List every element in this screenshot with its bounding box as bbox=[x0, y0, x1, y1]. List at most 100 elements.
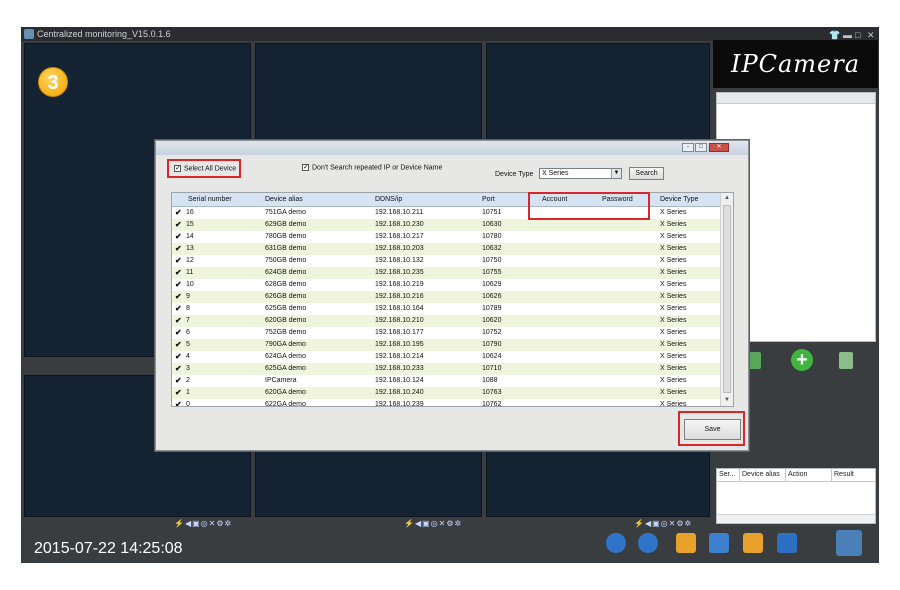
dialog-minimize-button[interactable]: - bbox=[682, 143, 694, 152]
search-button[interactable]: Search bbox=[629, 167, 664, 180]
table-row[interactable]: ✔ 7 620GB demo 192.168.10.210 10620 X Series bbox=[172, 315, 720, 327]
row-checkbox[interactable]: ✔ bbox=[175, 329, 183, 337]
title-bar: Centralized monitoring_V15.0.1.6 👕 ▬ □ ✕ bbox=[21, 27, 879, 41]
cell-type: X Series bbox=[660, 329, 687, 336]
row-checkbox[interactable]: ✔ bbox=[175, 281, 183, 289]
scroll-down-icon[interactable]: ▼ bbox=[722, 395, 732, 405]
row-checkbox[interactable]: ✔ bbox=[175, 293, 183, 301]
cell-alias: 752GB demo bbox=[265, 329, 307, 336]
device-type-select[interactable]: X Series ▼ bbox=[539, 168, 622, 179]
row-checkbox[interactable]: ✔ bbox=[175, 233, 183, 241]
cell-serial: 6 bbox=[186, 329, 190, 336]
row-checkbox[interactable]: ✔ bbox=[175, 401, 183, 407]
row-checkbox[interactable]: ✔ bbox=[175, 377, 183, 385]
cell-type: X Series bbox=[660, 257, 687, 264]
tile-toolbar-3[interactable]: ⚡◀▣◎✕⚙✲ bbox=[634, 519, 692, 529]
search-device-dialog: - □ ✕ ✓ Select All Device ✓ Don't Search r… bbox=[155, 140, 749, 451]
row-checkbox[interactable]: ✔ bbox=[175, 221, 183, 229]
table-row[interactable]: ✔ 2 IPCamera 192.168.10.124 1088 X Series bbox=[172, 375, 720, 387]
cell-serial: 9 bbox=[186, 293, 190, 300]
cell-port: 10750 bbox=[482, 257, 502, 264]
cell-type: X Series bbox=[660, 353, 687, 360]
table-row[interactable]: ✔ 0 622GA demo 192.168.10.239 10762 X Series bbox=[172, 399, 720, 407]
cell-ip: 192.168.10.211 bbox=[375, 209, 424, 216]
table-row[interactable]: ✔ 14 780GB demo 192.168.10.217 10780 X Series bbox=[172, 231, 720, 243]
cell-ip: 192.168.10.195 bbox=[375, 341, 424, 348]
cell-port: 10790 bbox=[482, 341, 502, 348]
table-row[interactable]: ✔ 15 629GB demo 192.168.10.230 10630 X Series bbox=[172, 219, 720, 231]
log-table: Ser... Device alias Action Result bbox=[716, 468, 876, 524]
recycle-bin-icon[interactable] bbox=[839, 352, 853, 369]
table-row[interactable]: ✔ 10 628GB demo 192.168.10.219 10629 X Series bbox=[172, 279, 720, 291]
cell-alias: 628GB demo bbox=[265, 281, 307, 288]
table-row[interactable]: ✔ 12 750GB demo 192.168.10.132 10750 X Series bbox=[172, 255, 720, 267]
dialog-title-bar: - □ ✕ bbox=[156, 141, 748, 155]
layout-grid-icon[interactable] bbox=[709, 533, 729, 553]
device-list-icon[interactable] bbox=[747, 352, 761, 369]
table-row[interactable]: ✔ 6 752GB demo 192.168.10.177 10752 X Series bbox=[172, 327, 720, 339]
dialog-close-button[interactable]: ✕ bbox=[709, 143, 729, 152]
row-checkbox[interactable]: ✔ bbox=[175, 365, 183, 373]
table-row[interactable]: ✔ 9 626GB demo 192.168.10.216 10626 X Series bbox=[172, 291, 720, 303]
scroll-thumb[interactable] bbox=[723, 205, 731, 393]
device-table-scrollbar[interactable]: ▲ ▼ bbox=[720, 193, 733, 406]
table-row[interactable]: ✔ 8 625GB demo 192.168.10.164 10789 X Series bbox=[172, 303, 720, 315]
add-device-button[interactable]: + bbox=[791, 349, 813, 371]
log-horizontal-scrollbar[interactable] bbox=[717, 514, 875, 523]
cell-serial: 5 bbox=[186, 341, 190, 348]
table-row[interactable]: ✔ 13 631GB demo 192.168.10.203 10632 X Series bbox=[172, 243, 720, 255]
record-folder-icon[interactable] bbox=[676, 533, 696, 553]
cell-type: X Series bbox=[660, 365, 687, 372]
save-highlight bbox=[678, 411, 745, 446]
row-checkbox[interactable]: ✔ bbox=[175, 341, 183, 349]
select-all-highlight bbox=[167, 159, 241, 178]
cell-alias: 631GB demo bbox=[265, 245, 307, 252]
cell-alias: 629GB demo bbox=[265, 221, 307, 228]
cell-alias: 624GA demo bbox=[265, 353, 306, 360]
cell-port: 10710 bbox=[482, 365, 502, 372]
tile-toolbar-2[interactable]: ⚡◀▣◎✕⚙✲ bbox=[404, 519, 462, 529]
cell-serial: 12 bbox=[186, 257, 194, 264]
cell-ip: 192.168.10.217 bbox=[375, 233, 424, 240]
account-password-highlight bbox=[528, 192, 650, 220]
table-row[interactable]: ✔ 3 625GA demo 192.168.10.233 10710 X Series bbox=[172, 363, 720, 375]
cell-alias: 625GB demo bbox=[265, 305, 307, 312]
cell-port: 1088 bbox=[482, 377, 498, 384]
cell-serial: 4 bbox=[186, 353, 190, 360]
col-serial-number: Serial number bbox=[188, 196, 232, 203]
row-checkbox[interactable]: ✔ bbox=[175, 245, 183, 253]
cell-serial: 7 bbox=[186, 317, 190, 324]
row-checkbox[interactable]: ✔ bbox=[175, 257, 183, 265]
row-checkbox[interactable]: ✔ bbox=[175, 389, 183, 397]
cell-type: X Series bbox=[660, 341, 687, 348]
cell-type: X Series bbox=[660, 209, 687, 216]
cell-ip: 192.168.10.233 bbox=[375, 365, 424, 372]
cell-alias: 626GB demo bbox=[265, 293, 307, 300]
row-checkbox[interactable]: ✔ bbox=[175, 317, 183, 325]
cell-alias: 750GB demo bbox=[265, 257, 307, 264]
row-checkbox[interactable]: ✔ bbox=[175, 305, 183, 313]
cell-type: X Series bbox=[660, 293, 687, 300]
row-checkbox[interactable]: ✔ bbox=[175, 353, 183, 361]
col-device-type: Device Type bbox=[660, 196, 699, 203]
settings-tools-icon[interactable] bbox=[836, 530, 862, 556]
table-row[interactable]: ✔ 4 624GA demo 192.168.10.214 10624 X Series bbox=[172, 351, 720, 363]
table-row[interactable]: ✔ 11 624GB demo 192.168.10.235 10755 X Series bbox=[172, 267, 720, 279]
table-row[interactable]: ✔ 5 790GA demo 192.168.10.195 10790 X Series bbox=[172, 339, 720, 351]
dont-search-checkbox[interactable]: ✓ Don't Search repeated IP or Device Name bbox=[302, 164, 442, 171]
device-type-value: X Series bbox=[542, 170, 569, 177]
row-checkbox[interactable]: ✔ bbox=[175, 209, 183, 217]
playback-icon[interactable] bbox=[743, 533, 763, 553]
cell-type: X Series bbox=[660, 389, 687, 396]
row-checkbox[interactable]: ✔ bbox=[175, 269, 183, 277]
table-row[interactable]: ✔ 1 620GA demo 192.168.10.240 10763 X Series bbox=[172, 387, 720, 399]
chevron-down-icon: ▼ bbox=[611, 169, 621, 178]
cell-alias: 622GA demo bbox=[265, 401, 306, 407]
play-icon[interactable] bbox=[606, 533, 626, 553]
tile-toolbar-1[interactable]: ⚡◀▣◎✕⚙✲ bbox=[174, 519, 232, 529]
dialog-maximize-button[interactable]: □ bbox=[695, 143, 707, 152]
monitor-icon[interactable] bbox=[777, 533, 797, 553]
scroll-up-icon[interactable]: ▲ bbox=[722, 193, 732, 203]
cell-serial: 11 bbox=[186, 269, 194, 276]
stop-icon[interactable] bbox=[638, 533, 658, 553]
